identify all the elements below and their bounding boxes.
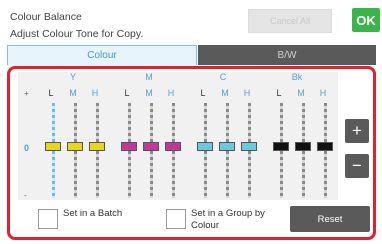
set-in-group-checkbox[interactable] [166, 209, 186, 229]
column-label: L [276, 88, 282, 98]
slider-thumb-bk-l[interactable] [273, 142, 289, 151]
column-label: H [167, 88, 175, 98]
set-in-group-label-line1: Set in a Group by [191, 208, 265, 219]
slider-thumb-y-m[interactable] [67, 142, 83, 151]
column-label: H [243, 88, 251, 98]
slider-thumb-m-m[interactable] [143, 142, 159, 151]
page-title: Colour Balance [10, 11, 82, 23]
set-in-batch-label: Set in a Batch [63, 208, 123, 219]
slider-thumb-m-l[interactable] [121, 142, 137, 151]
slider-thumb-bk-h[interactable] [317, 142, 333, 151]
group-label-y: Y [69, 72, 76, 82]
slider-thumb-y-h[interactable] [89, 142, 105, 151]
set-in-batch-checkbox[interactable] [38, 209, 58, 229]
decrease-button[interactable]: − [345, 154, 369, 178]
column-label: M [145, 88, 153, 98]
scale-zero-label: 0 [24, 143, 30, 153]
column-label: L [48, 88, 54, 98]
group-label-c: C [219, 72, 227, 82]
slider-thumb-bk-m[interactable] [295, 142, 311, 151]
slider-thumb-c-l[interactable] [197, 142, 213, 151]
scale-minus-label: - [24, 191, 27, 200]
slider-thumb-c-m[interactable] [219, 142, 235, 151]
set-in-group-label-line2: Colour [191, 220, 219, 231]
slider-thumb-m-h[interactable] [165, 142, 181, 151]
slider-thumb-c-h[interactable] [241, 142, 257, 151]
column-label: H [319, 88, 327, 98]
group-label-m: M [145, 72, 153, 82]
column-label: L [200, 88, 206, 98]
column-label: M [297, 88, 305, 98]
column-label: L [124, 88, 130, 98]
reset-button[interactable]: Reset [290, 206, 370, 232]
page-subtitle: Adjust Colour Tone for Copy. [10, 28, 144, 40]
column-label: M [221, 88, 229, 98]
column-label: H [91, 88, 99, 98]
column-label: M [69, 88, 77, 98]
increase-button[interactable]: + [345, 119, 369, 143]
group-label-bk: Bk [291, 72, 303, 82]
ok-button[interactable]: OK [352, 8, 380, 32]
tab-colour[interactable]: Colour [7, 45, 197, 65]
scale-plus-label: + [24, 89, 29, 98]
cancel-all-button[interactable]: Cancel All [248, 9, 332, 33]
slider-thumb-y-l[interactable] [45, 142, 61, 151]
tab-bw[interactable]: B/W [198, 45, 376, 65]
